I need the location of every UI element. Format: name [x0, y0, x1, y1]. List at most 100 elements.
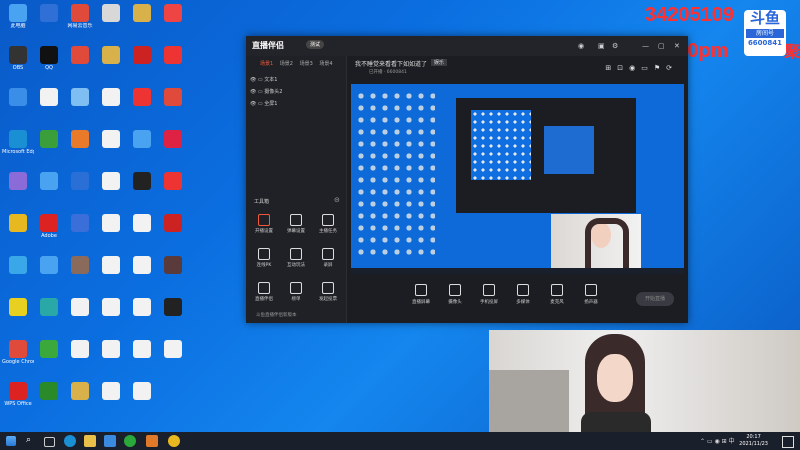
desktop-icon[interactable]: [64, 44, 96, 84]
collapse-icon[interactable]: ⊝: [334, 196, 340, 204]
desktop-icon[interactable]: [95, 212, 127, 252]
tab-scene-4[interactable]: 场景4: [319, 61, 332, 67]
tool-item[interactable]: 互动玩法: [282, 248, 310, 268]
wechat-icon[interactable]: [124, 435, 136, 447]
desktop-icon[interactable]: [126, 2, 158, 42]
desktop-icon[interactable]: [95, 254, 127, 294]
desktop-icon[interactable]: [157, 44, 189, 84]
chrome-icon[interactable]: [168, 435, 180, 447]
desktop-icon[interactable]: [95, 296, 127, 336]
desktop-icon[interactable]: [126, 338, 158, 378]
desktop-icon[interactable]: [126, 170, 158, 210]
tab-scene-2[interactable]: 场景2: [280, 61, 293, 67]
settings-icon[interactable]: ⚙: [612, 42, 618, 50]
desktop-icon[interactable]: [126, 296, 158, 336]
avatar-icon[interactable]: ◉: [578, 42, 584, 50]
desktop-icon[interactable]: [64, 254, 96, 294]
desktop-icon[interactable]: [126, 128, 158, 168]
desktop-icon[interactable]: [126, 254, 158, 294]
desktop-icon[interactable]: [33, 86, 65, 126]
desktop-icon[interactable]: [64, 170, 96, 210]
maximize-icon[interactable]: ▢: [658, 42, 665, 50]
desktop-icon[interactable]: [157, 254, 189, 294]
desktop-icon[interactable]: [95, 128, 127, 168]
source-item[interactable]: 👁 ▭ 全屏1: [250, 100, 277, 107]
explorer-icon[interactable]: [84, 435, 96, 447]
desktop-icon[interactable]: [157, 2, 189, 42]
tool-item[interactable]: 录屏: [314, 248, 342, 268]
close-icon[interactable]: ✕: [674, 42, 680, 50]
source-item[interactable]: 👁 ▭ 摄像头2: [250, 88, 282, 95]
desktop-icon[interactable]: [126, 212, 158, 252]
windows-start-icon[interactable]: [6, 436, 16, 446]
desktop-icon[interactable]: [95, 170, 127, 210]
desktop-icon[interactable]: [126, 380, 158, 420]
source-item[interactable]: 👁 ▭ 文本1: [250, 76, 277, 83]
desktop-icon[interactable]: Google Chrome: [2, 338, 34, 378]
tool-item[interactable]: 榜单: [282, 282, 310, 302]
desktop-icon[interactable]: [2, 86, 34, 126]
desktop-icon[interactable]: [64, 338, 96, 378]
desktop-icon[interactable]: [33, 254, 65, 294]
camera-button[interactable]: 摄像头: [440, 284, 470, 305]
microphone-button[interactable]: 麦克风: [542, 284, 572, 305]
desktop-icon[interactable]: [2, 254, 34, 294]
desktop-icon[interactable]: QQ: [33, 44, 65, 84]
desktop-icon[interactable]: [33, 2, 65, 42]
desktop-icon[interactable]: [157, 338, 189, 378]
tool-item[interactable]: 发起投票: [314, 282, 342, 302]
multimedia-button[interactable]: 多媒体: [508, 284, 538, 305]
tool-item[interactable]: 连线PK: [250, 248, 278, 268]
desktop-icon[interactable]: [33, 170, 65, 210]
window-titlebar[interactable]: 直播伴侣 测试 ◉ ▣ ⚙ — ▢ ✕: [246, 36, 688, 56]
desktop-icon[interactable]: [33, 296, 65, 336]
stream-title[interactable]: 我不睡觉来看看下如如道了: [355, 59, 427, 68]
desktop-icon[interactable]: [64, 212, 96, 252]
desktop-icon[interactable]: [2, 212, 34, 252]
desktop-icon[interactable]: [64, 296, 96, 336]
tool-item[interactable]: 开播设置: [250, 214, 278, 234]
desktop-icon[interactable]: [2, 296, 34, 336]
app-icon[interactable]: [104, 435, 116, 447]
desktop-icon[interactable]: Adobe: [33, 212, 65, 252]
desktop-icon[interactable]: [95, 2, 127, 42]
edge-icon[interactable]: [64, 435, 76, 447]
desktop-icon[interactable]: 此电脑: [2, 2, 34, 42]
desktop-icon[interactable]: [126, 86, 158, 126]
notification-icon[interactable]: [782, 436, 794, 448]
tool-item[interactable]: 直播伴侣: [250, 282, 278, 302]
tab-scene-3[interactable]: 场景3: [300, 61, 313, 67]
start-live-button[interactable]: 开始直播: [636, 292, 674, 306]
screen-capture-button[interactable]: 直播屏幕: [406, 284, 436, 305]
main-toolbar-icons[interactable]: ⊞⊡◉▭⚑⟳: [605, 64, 678, 72]
desktop-icon[interactable]: Microsoft Edge: [2, 128, 34, 168]
desktop-icon[interactable]: [157, 128, 189, 168]
desktop-icon[interactable]: [2, 170, 34, 210]
tray-icons[interactable]: ⌃ ▭ ◉ ⊞ 中: [700, 436, 735, 445]
desktop-icon[interactable]: [33, 338, 65, 378]
desktop-icon[interactable]: [64, 128, 96, 168]
desktop-icon[interactable]: WPS Office: [2, 380, 34, 420]
desktop-icon[interactable]: [64, 86, 96, 126]
footer-notice[interactable]: 斗鱼直播伴侣新版本: [256, 312, 297, 318]
desktop-icon[interactable]: [157, 86, 189, 126]
task-view-icon[interactable]: [44, 437, 55, 447]
desktop-icon[interactable]: OBS: [2, 44, 34, 84]
desktop-icon[interactable]: [157, 212, 189, 252]
desktop-icon[interactable]: [33, 380, 65, 420]
stream-tag[interactable]: 娱乐: [431, 59, 448, 66]
desktop-icon[interactable]: [95, 86, 127, 126]
speaker-button[interactable]: 扬声器: [576, 284, 606, 305]
gift-icon[interactable]: ▣: [598, 42, 605, 50]
desktop-icon[interactable]: [33, 128, 65, 168]
tool-item[interactable]: 主播任务: [314, 214, 342, 234]
desktop-icon[interactable]: [64, 380, 96, 420]
desktop-icon[interactable]: [157, 296, 189, 336]
taskbar-clock[interactable]: 20:17 2021/11/23: [739, 434, 768, 448]
tool-item[interactable]: 弹幕设置: [282, 214, 310, 234]
search-icon[interactable]: ⌕: [26, 435, 38, 447]
tab-scene-1[interactable]: 场景1: [260, 61, 273, 67]
desktop-icon[interactable]: [95, 338, 127, 378]
desktop-icon[interactable]: [126, 44, 158, 84]
desktop-icon[interactable]: [157, 170, 189, 210]
